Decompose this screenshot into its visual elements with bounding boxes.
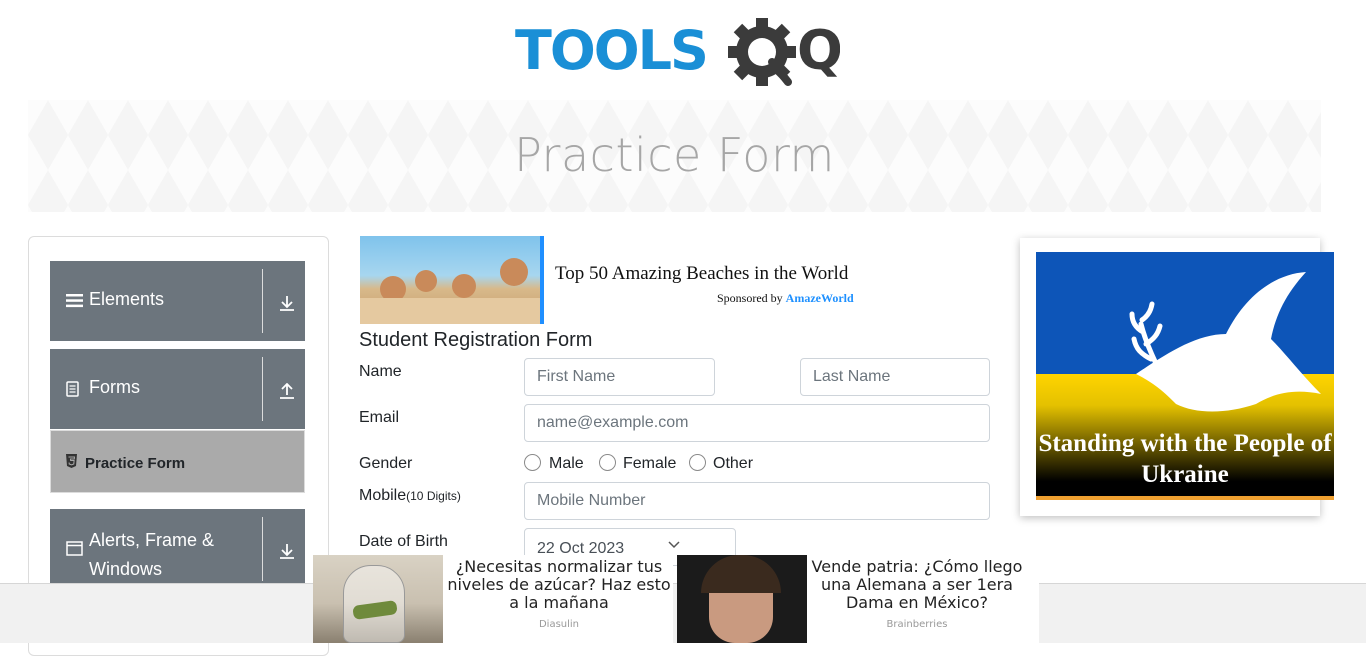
- dove-icon: [1129, 272, 1321, 412]
- gender-label-female[interactable]: Female: [623, 455, 676, 473]
- footer-ad-source: Diasulin: [538, 619, 580, 630]
- gender-radio-male[interactable]: [524, 454, 541, 471]
- mobile-input[interactable]: [524, 482, 990, 520]
- email-input[interactable]: [524, 404, 990, 442]
- site-header: TOOLS QA: [0, 0, 1366, 100]
- sidebar-group-forms[interactable]: Forms: [50, 349, 305, 429]
- footer-ad-source: Brainberries: [886, 619, 948, 630]
- ukraine-text: Standing with the People of Ukraine: [1038, 430, 1332, 488]
- gender-radio-female[interactable]: [599, 454, 616, 471]
- footer-ad-2[interactable]: Vende patria: ¿Cómo llego una Alemana a …: [677, 555, 1039, 643]
- logo-text-qa: QA: [797, 19, 840, 82]
- divider: [262, 357, 263, 421]
- sidebar-group-elements[interactable]: Elements: [50, 261, 305, 341]
- footer-ad-1[interactable]: ¿Necesitas normalizar tus niveles de azú…: [313, 555, 673, 643]
- ad-headline[interactable]: Top 50 Amazing Beaches in the World: [555, 263, 848, 285]
- chevron-down-icon: [668, 541, 680, 549]
- divider: [262, 269, 263, 333]
- document-icon: [66, 381, 79, 397]
- sidebar-group-label: Elements: [89, 289, 165, 309]
- arrow-up-icon[interactable]: [279, 383, 295, 399]
- form-title: Student Registration Form: [359, 329, 593, 351]
- last-name-input[interactable]: [800, 358, 990, 396]
- arrow-down-icon[interactable]: [279, 295, 295, 311]
- dob-label: Date of Birth: [359, 533, 448, 550]
- ukraine-support-card[interactable]: Standing with the People of Ukraine: [1020, 238, 1334, 516]
- ad-sponsor: Sponsored by AmazeWorld: [717, 291, 854, 306]
- ad-accent-bar: [540, 236, 544, 324]
- ad-sponsor-name[interactable]: AmazeWorld: [786, 291, 854, 305]
- mobile-hint: (10 Digits): [406, 489, 461, 503]
- toolsqa-logo[interactable]: TOOLS QA: [515, 14, 840, 90]
- footer-ad-headline[interactable]: ¿Necesitas normalizar tus niveles de azú…: [446, 558, 672, 612]
- footer-ad-image[interactable]: [313, 555, 443, 643]
- footer-ad-image[interactable]: [677, 555, 807, 643]
- gender-label: Gender: [359, 455, 413, 472]
- gender-radio-other[interactable]: [689, 454, 706, 471]
- sidebar-item-label: Practice Form: [85, 455, 186, 472]
- ad-sponsor-prefix: Sponsored by: [717, 291, 786, 305]
- gear-icon: [728, 18, 796, 86]
- mobile-label-text: Mobile: [359, 487, 407, 504]
- arrow-down-icon[interactable]: [279, 543, 295, 559]
- gender-label-other[interactable]: Other: [713, 455, 753, 473]
- name-label: Name: [359, 363, 402, 380]
- sidebar-group-alerts[interactable]: Alerts, Frame & Windows: [50, 509, 305, 589]
- page-banner: Practice Form: [28, 100, 1321, 212]
- ad-image-beach[interactable]: [360, 236, 540, 324]
- ukraine-banner[interactable]: Standing with the People of Ukraine: [1036, 252, 1334, 500]
- sidebar-group-label: Forms: [89, 377, 140, 397]
- divider: [262, 517, 263, 581]
- html5-icon: [66, 454, 77, 468]
- email-label: Email: [359, 409, 400, 426]
- page-title: Practice Form: [514, 128, 835, 182]
- mobile-label: Mobile(10 Digits): [359, 487, 461, 505]
- sidebar-item-practice-form[interactable]: Practice Form: [50, 430, 305, 493]
- first-name-input[interactable]: [524, 358, 715, 396]
- hamburger-icon: [66, 294, 83, 308]
- gender-label-male[interactable]: Male: [549, 455, 584, 473]
- footer-ad-headline[interactable]: Vende patria: ¿Cómo llego una Alemana a …: [810, 558, 1024, 612]
- logo-text-tools: TOOLS: [515, 19, 707, 82]
- sidebar-group-label: Alerts, Frame & Windows: [89, 530, 215, 579]
- window-icon: [66, 541, 83, 556]
- sponsored-ad[interactable]: Top 50 Amazing Beaches in the World Spon…: [360, 236, 880, 324]
